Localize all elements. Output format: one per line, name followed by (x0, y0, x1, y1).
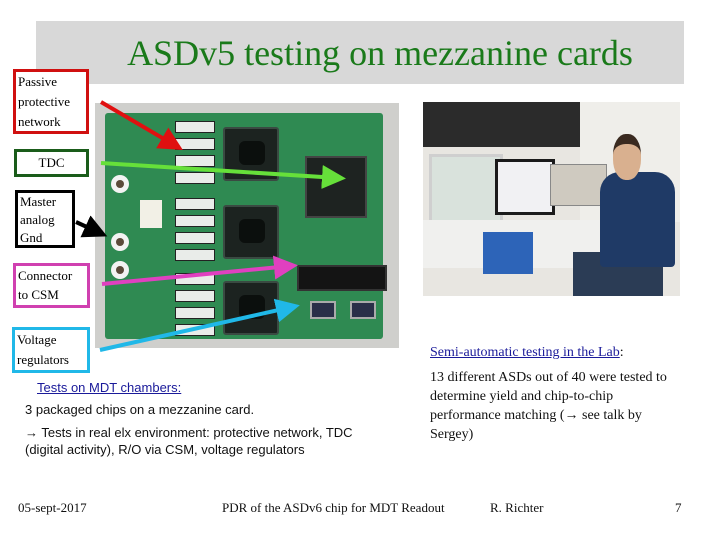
test-box (483, 232, 533, 274)
protection-network (175, 155, 215, 167)
monitor (495, 159, 555, 215)
mdt-tests-heading[interactable]: Tests on MDT chambers: (37, 380, 357, 395)
slide-title: ASDv5 testing on mezzanine cards (127, 33, 633, 73)
callout-master-analog-gnd: Master analog Gnd (15, 190, 75, 248)
protection-network (175, 324, 215, 336)
asd-chip (223, 281, 279, 335)
protection-network (175, 121, 215, 133)
oscilloscope (550, 164, 607, 206)
asd-chip (223, 205, 279, 259)
title-bar: ASDv5 testing on mezzanine cards (36, 21, 684, 84)
csm-connector (297, 265, 387, 291)
protection-network (175, 307, 215, 319)
lab-testing-heading-colon: : (619, 345, 624, 360)
protection-network (175, 232, 215, 244)
qr-sticker (140, 200, 162, 228)
callout-tdc: TDC (14, 149, 89, 177)
tdc-chip (305, 156, 367, 218)
protection-network (175, 273, 215, 285)
mdt-tests-line1: 3 packaged chips on a mezzanine card. (25, 402, 255, 417)
mdt-tests-section: Tests on MDT chambers: 3 packaged chips … (25, 380, 357, 464)
lab-shelf (423, 102, 580, 147)
callout-voltage-regulators: Voltage regulators (12, 327, 90, 373)
protection-network (175, 198, 215, 210)
pcb-board (105, 113, 387, 339)
page-number: 7 (675, 500, 682, 515)
protection-network (175, 249, 215, 261)
callout-connector-csm: Connector to CSM (13, 263, 90, 308)
footer-date: 05-sept-2017 (18, 500, 87, 515)
lab-test-setup-photo (423, 102, 680, 296)
mezzanine-card-photo (95, 103, 399, 348)
person (600, 172, 675, 267)
mount-hole (111, 261, 129, 279)
mdt-tests-line2: → Tests in real elx environment: protect… (25, 425, 353, 457)
callout-passive-network: Passive protective network (13, 69, 89, 134)
protection-network (175, 290, 215, 302)
person (613, 134, 641, 180)
mount-hole (111, 175, 129, 193)
lab-testing-heading[interactable]: Semi-automatic testing in the Lab (430, 345, 620, 360)
asd-chip (223, 127, 279, 181)
mount-hole (111, 233, 129, 251)
protection-network (175, 172, 215, 184)
voltage-regulator (310, 301, 336, 319)
lab-testing-section: Semi-automatic testing in the Lab: 13 di… (430, 343, 680, 444)
protection-network (175, 215, 215, 227)
voltage-regulator (350, 301, 376, 319)
footer-title: PDR of the ASDv6 chip for MDT Readout (222, 500, 445, 515)
protection-network (175, 138, 215, 150)
lab-testing-body: 13 different ASDs out of 40 were tested … (430, 370, 667, 442)
footer-author: R. Richter (490, 500, 544, 515)
monitor (429, 154, 503, 228)
